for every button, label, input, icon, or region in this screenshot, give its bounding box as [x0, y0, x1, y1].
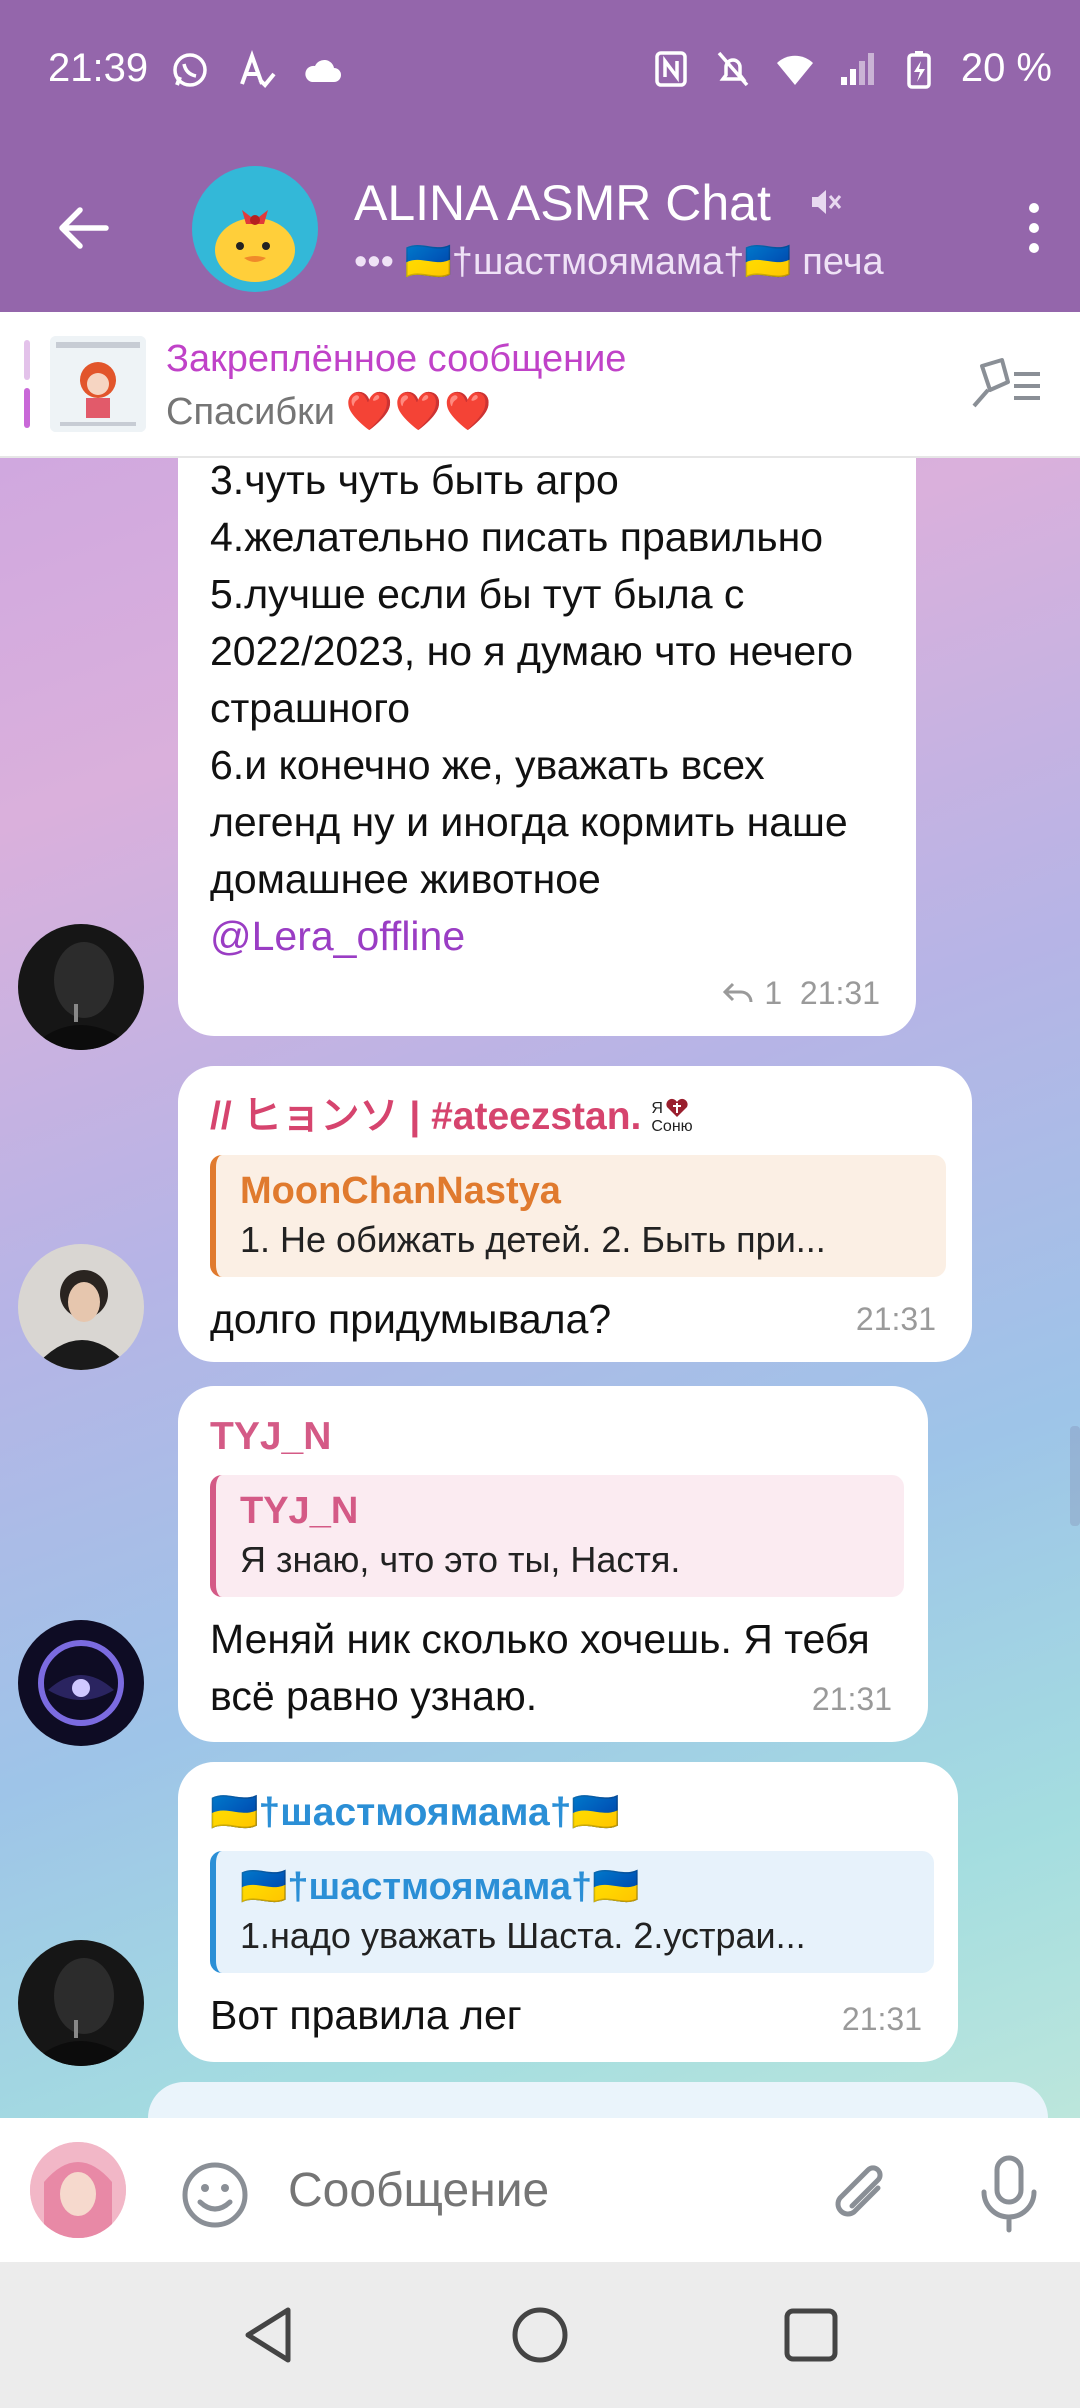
pinned-title: Закреплённое сообщение	[166, 338, 627, 380]
chat-area[interactable]: 3.чуть чуть быть агро 4.желательно писат…	[0, 458, 1080, 2118]
message-input-bar	[0, 2118, 1080, 2262]
chat-avatar[interactable]	[192, 166, 318, 292]
message-time: 21:31	[799, 975, 880, 1011]
message-bubble[interactable]: // ヒョンソ | #ateezstan. Я Соню MoonChanNas…	[178, 1066, 972, 1362]
message-input[interactable]	[286, 2162, 770, 2219]
pinned-text: Спасибки ❤️❤️❤️	[166, 391, 494, 433]
sender-name[interactable]: TYJ_N	[210, 1408, 900, 1465]
sender-name[interactable]: // ヒョンソ | #ateezstan. Я Соню	[210, 1088, 940, 1145]
mention-link[interactable]: @Lera_offline	[210, 908, 890, 965]
message-meta: 1 21:31	[721, 965, 880, 1022]
wifi-icon	[776, 55, 813, 85]
chat-header: ALINA ASMR Chat ••• 🇺🇦†шастмоямама†🇺🇦 пе…	[0, 140, 1080, 312]
cloud-icon	[305, 59, 341, 82]
hearts-emoji: ❤️❤️❤️	[345, 391, 494, 433]
reply-text: 1. Не обижать детей. 2. Быть при...	[240, 1219, 826, 1260]
message-line: 6.и конечно же, уважать всех легенд ну и…	[210, 742, 848, 902]
microphone-icon[interactable]	[972, 2154, 1046, 2234]
message-line: 4.желательно писать правильно	[210, 514, 824, 560]
heart-cross-icon	[666, 1098, 688, 1117]
back-arrow-icon[interactable]	[54, 200, 110, 256]
sender-avatar[interactable]	[18, 1620, 144, 1746]
pin-list-icon[interactable]	[968, 356, 1044, 412]
reply-count-icon	[723, 982, 753, 1003]
status-time: 21:39	[48, 46, 149, 90]
message-text: долго придумывала?	[210, 1296, 612, 1342]
pinned-thumbnail	[50, 336, 146, 432]
reply-quote[interactable]: TYJ_N Я знаю, что это ты, Настя.	[210, 1475, 904, 1597]
nfc-icon	[655, 50, 687, 87]
sender-badge: Я Соню	[651, 1098, 693, 1135]
reply-text: Я знаю, что это ты, Настя.	[240, 1539, 681, 1580]
message-text: Вот правила лег	[210, 1992, 522, 2038]
emoji-icon[interactable]	[180, 2160, 250, 2230]
reply-count[interactable]: 1	[764, 975, 782, 1011]
reply-author: MoonChanNastya	[240, 1170, 561, 1212]
sender-avatar[interactable]	[18, 924, 144, 1050]
reply-quote[interactable]: MoonChanNastya 1. Не обижать детей. 2. Б…	[210, 1155, 946, 1277]
sender-avatar[interactable]	[18, 1244, 144, 1370]
battery-charging-icon	[907, 50, 931, 89]
pinned-indicator	[24, 340, 30, 430]
reply-author: 🇺🇦†шастмоямама†🇺🇦	[240, 1866, 640, 1908]
scrollbar[interactable]	[1070, 1426, 1080, 1526]
mute-bell-icon	[717, 51, 749, 86]
message-line: 3.чуть чуть быть агро	[210, 458, 619, 503]
message-bubble[interactable]: TYJ_N TYJ_N Я знаю, что это ты, Настя. М…	[178, 1386, 928, 1742]
more-options-icon[interactable]	[1024, 200, 1044, 256]
message-bubble[interactable]: 3.чуть чуть быть агро 4.желательно писат…	[178, 458, 916, 1036]
send-as-avatar[interactable]	[30, 2142, 126, 2238]
typing-status: ••• 🇺🇦†шастмоямама†🇺🇦 печа	[354, 241, 884, 283]
attach-icon[interactable]	[826, 2158, 896, 2232]
status-bar: 21:39 20 %	[0, 0, 1080, 140]
nav-back-icon[interactable]	[236, 2302, 302, 2368]
chat-title[interactable]: ALINA ASMR Chat	[354, 174, 771, 232]
battery-level: 20 %	[960, 46, 1052, 90]
muted-speaker-icon	[812, 190, 842, 214]
message-line: 5.лучше если бы тут была с 2022/2023, но…	[210, 571, 854, 731]
duck-avatar-icon	[215, 210, 295, 282]
message-text: Меняй ник сколько хочешь. Я тебя всё рав…	[210, 1616, 870, 1719]
whatsapp-icon	[173, 53, 207, 87]
signal-icon	[840, 52, 874, 85]
reply-author: TYJ_N	[240, 1490, 359, 1532]
sender-name[interactable]: 🇺🇦†шастмоямама†🇺🇦	[210, 1784, 930, 1841]
message-time: 21:31	[841, 2001, 922, 2037]
nav-recents-icon[interactable]	[778, 2302, 844, 2368]
message-bubble-partial[interactable]	[148, 2082, 1048, 2118]
pinned-message-bar[interactable]: Закреплённое сообщение Спасибки ❤️❤️❤️	[0, 312, 1080, 458]
nav-home-icon[interactable]	[507, 2302, 573, 2368]
reply-text: 1.надо уважать Шаста. 2.устраи...	[240, 1915, 806, 1956]
message-bubble[interactable]: 🇺🇦†шастмоямама†🇺🇦 🇺🇦†шастмоямама†🇺🇦 1.на…	[178, 1762, 958, 2062]
message-time: 21:31	[855, 1301, 936, 1337]
message-time: 21:31	[811, 1681, 892, 1717]
sender-avatar[interactable]	[18, 1940, 144, 2066]
autocorrect-icon	[240, 50, 276, 88]
reply-quote[interactable]: 🇺🇦†шастмоямама†🇺🇦 1.надо уважать Шаста. …	[210, 1851, 934, 1973]
system-navigation-bar	[0, 2262, 1080, 2408]
